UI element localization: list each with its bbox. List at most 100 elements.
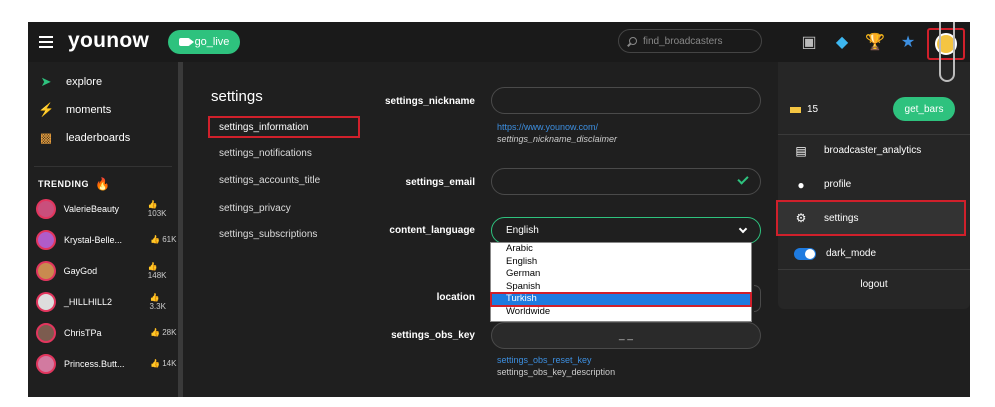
podium-icon: ▩ xyxy=(39,130,53,145)
search-box[interactable] xyxy=(618,29,762,53)
language-option-spanish[interactable]: Spanish xyxy=(491,281,751,294)
trending-heading: TRENDING 🔥 xyxy=(28,175,178,193)
menu-item-accounts[interactable]: settings_accounts_title xyxy=(219,175,320,186)
email-label: settings_email xyxy=(405,177,475,188)
like-count: 👍 28K xyxy=(150,328,177,337)
like-count: 👍 103K xyxy=(147,199,167,218)
logo[interactable]: younow xyxy=(68,29,149,53)
avatar xyxy=(36,229,56,250)
chart-icon: ▤ xyxy=(795,143,807,158)
trophy-icon[interactable]: 🏆 xyxy=(864,31,886,53)
profile-link[interactable]: https://www.younow.com/ xyxy=(497,122,598,132)
star-icon[interactable]: ★ xyxy=(897,31,919,53)
location-label: location xyxy=(436,292,475,303)
menu-item-notifications[interactable]: settings_notifications xyxy=(219,148,312,159)
trending-item[interactable]: Krystal-Belle... 👍 61K xyxy=(28,224,178,255)
sidebar-scrollbar[interactable] xyxy=(178,62,183,397)
fire-icon: 🔥 xyxy=(95,177,111,191)
email-field[interactable] xyxy=(491,168,761,195)
like-count-value: 103K xyxy=(147,208,167,218)
panel-item-label: broadcaster_analytics xyxy=(824,145,922,156)
content-language-select[interactable]: English xyxy=(491,217,761,244)
sidebar-item-label: leaderboards xyxy=(66,132,131,144)
top-bar: younow go_live ▣ ◆ 🏆 ★ xyxy=(28,22,970,62)
trending-name: ChrisTPa xyxy=(64,327,102,338)
bars-balance: 15 xyxy=(790,104,818,115)
location-field-edge[interactable] xyxy=(754,285,761,312)
trending-name: GayGod xyxy=(63,265,98,276)
sidebar-item-leaderboards[interactable]: ▩ leaderboards xyxy=(28,124,178,152)
avatar xyxy=(36,291,56,312)
trending-item[interactable]: _HILLHILL2 👍 3.3K xyxy=(28,286,178,317)
obs-key-field[interactable]: _ _ xyxy=(491,322,761,349)
panel-item-label: settings xyxy=(824,212,859,224)
language-option-english[interactable]: English xyxy=(491,256,751,269)
language-dropdown-list: Arabic English German Spanish Turkish Wo… xyxy=(490,242,752,322)
diamond-icon[interactable]: ◆ xyxy=(831,31,853,53)
divider xyxy=(34,166,172,167)
nickname-field[interactable] xyxy=(491,87,761,114)
like-count-value: 61K xyxy=(162,235,177,244)
menu-item-information[interactable]: settings_information xyxy=(219,122,309,133)
like-count-value: 28K xyxy=(162,328,177,337)
nickname-label: settings_nickname xyxy=(384,96,475,107)
like-count: 👍 61K xyxy=(150,235,177,244)
chat-icon[interactable]: ▣ xyxy=(798,31,820,53)
language-option-worldwide[interactable]: Worldwide xyxy=(491,306,751,319)
trending-item[interactable]: ChrisTPa 👍 28K xyxy=(28,317,178,348)
menu-item-subscriptions[interactable]: settings_subscriptions xyxy=(219,229,317,240)
like-count: 👍 14K xyxy=(150,359,177,368)
language-option-german[interactable]: German xyxy=(491,268,751,281)
panel-item-label: profile xyxy=(824,179,852,190)
sidebar-item-explore[interactable]: ➤ explore xyxy=(28,68,178,96)
panel-item-dark-mode[interactable]: dark_mode xyxy=(778,237,970,270)
like-count-value: 148K xyxy=(147,270,167,280)
obs-key-label: settings_obs_key xyxy=(391,330,475,341)
go-live-button[interactable]: go_live xyxy=(168,30,240,54)
panel-item-profile[interactable]: ● profile xyxy=(778,168,970,201)
panel-item-analytics[interactable]: ▤ broadcaster_analytics xyxy=(778,134,970,167)
like-count: 👍 148K xyxy=(147,261,167,280)
bars-count: 15 xyxy=(807,104,819,115)
avatar xyxy=(36,322,56,343)
sidebar-item-moments[interactable]: ⚡ moments xyxy=(28,96,178,124)
nickname-disclaimer: settings_nickname_disclaimer xyxy=(497,134,618,144)
bars-icon xyxy=(790,106,801,113)
menu-item-privacy[interactable]: settings_privacy xyxy=(219,203,291,214)
trending-item[interactable]: Princess.Butt... 👍 14K xyxy=(28,348,178,379)
get-bars-button[interactable]: get_bars xyxy=(893,97,955,121)
rocket-icon: ➤ xyxy=(40,74,52,89)
trending-name: Princess.Butt... xyxy=(64,358,125,369)
panel-item-settings[interactable]: ⚙ settings xyxy=(776,200,966,236)
left-sidebar: ➤ explore ⚡ moments ▩ leaderboards TREND… xyxy=(28,62,178,397)
trending-name: Krystal-Belle... xyxy=(64,234,123,245)
search-icon xyxy=(629,37,637,45)
go-live-label: go_live xyxy=(194,36,230,48)
account-dropdown-panel: 15 get_bars ▤ broadcaster_analytics ● pr… xyxy=(776,62,970,309)
content-language-label: content_language xyxy=(389,225,475,236)
sidebar-item-label: moments xyxy=(66,104,112,116)
hamburger-menu-icon[interactable] xyxy=(39,36,53,48)
search-input[interactable] xyxy=(643,35,743,47)
logout-button[interactable]: logout xyxy=(778,279,970,290)
like-count-value: 3.3K xyxy=(149,301,166,311)
obs-reset-link[interactable]: settings_obs_reset_key xyxy=(497,355,592,365)
trending-list: ValerieBeauty 👍 103K Krystal-Belle... 👍 61K… xyxy=(28,193,178,379)
panel-item-label: dark_mode xyxy=(826,248,877,259)
dark-mode-toggle[interactable] xyxy=(794,247,816,260)
trending-item[interactable]: ValerieBeauty 👍 103K xyxy=(28,193,178,224)
like-count-value: 14K xyxy=(162,359,177,368)
paperclip-decoration xyxy=(939,22,955,82)
younow-app: younow go_live ▣ ◆ 🏆 ★ ➤ explore ⚡ xyxy=(28,22,970,397)
avatar xyxy=(36,198,56,219)
language-option-arabic[interactable]: Arabic xyxy=(491,243,751,256)
check-icon xyxy=(737,173,749,185)
trending-name: ValerieBeauty xyxy=(63,203,120,214)
avatar xyxy=(36,260,56,281)
user-icon: ● xyxy=(797,177,805,192)
content-language-value: English xyxy=(506,225,539,236)
divider xyxy=(778,269,970,270)
language-option-turkish[interactable]: Turkish xyxy=(490,292,752,307)
screenshot-frame: younow go_live ▣ ◆ 🏆 ★ ➤ explore ⚡ xyxy=(0,0,995,407)
trending-item[interactable]: GayGod 👍 148K xyxy=(28,255,178,286)
